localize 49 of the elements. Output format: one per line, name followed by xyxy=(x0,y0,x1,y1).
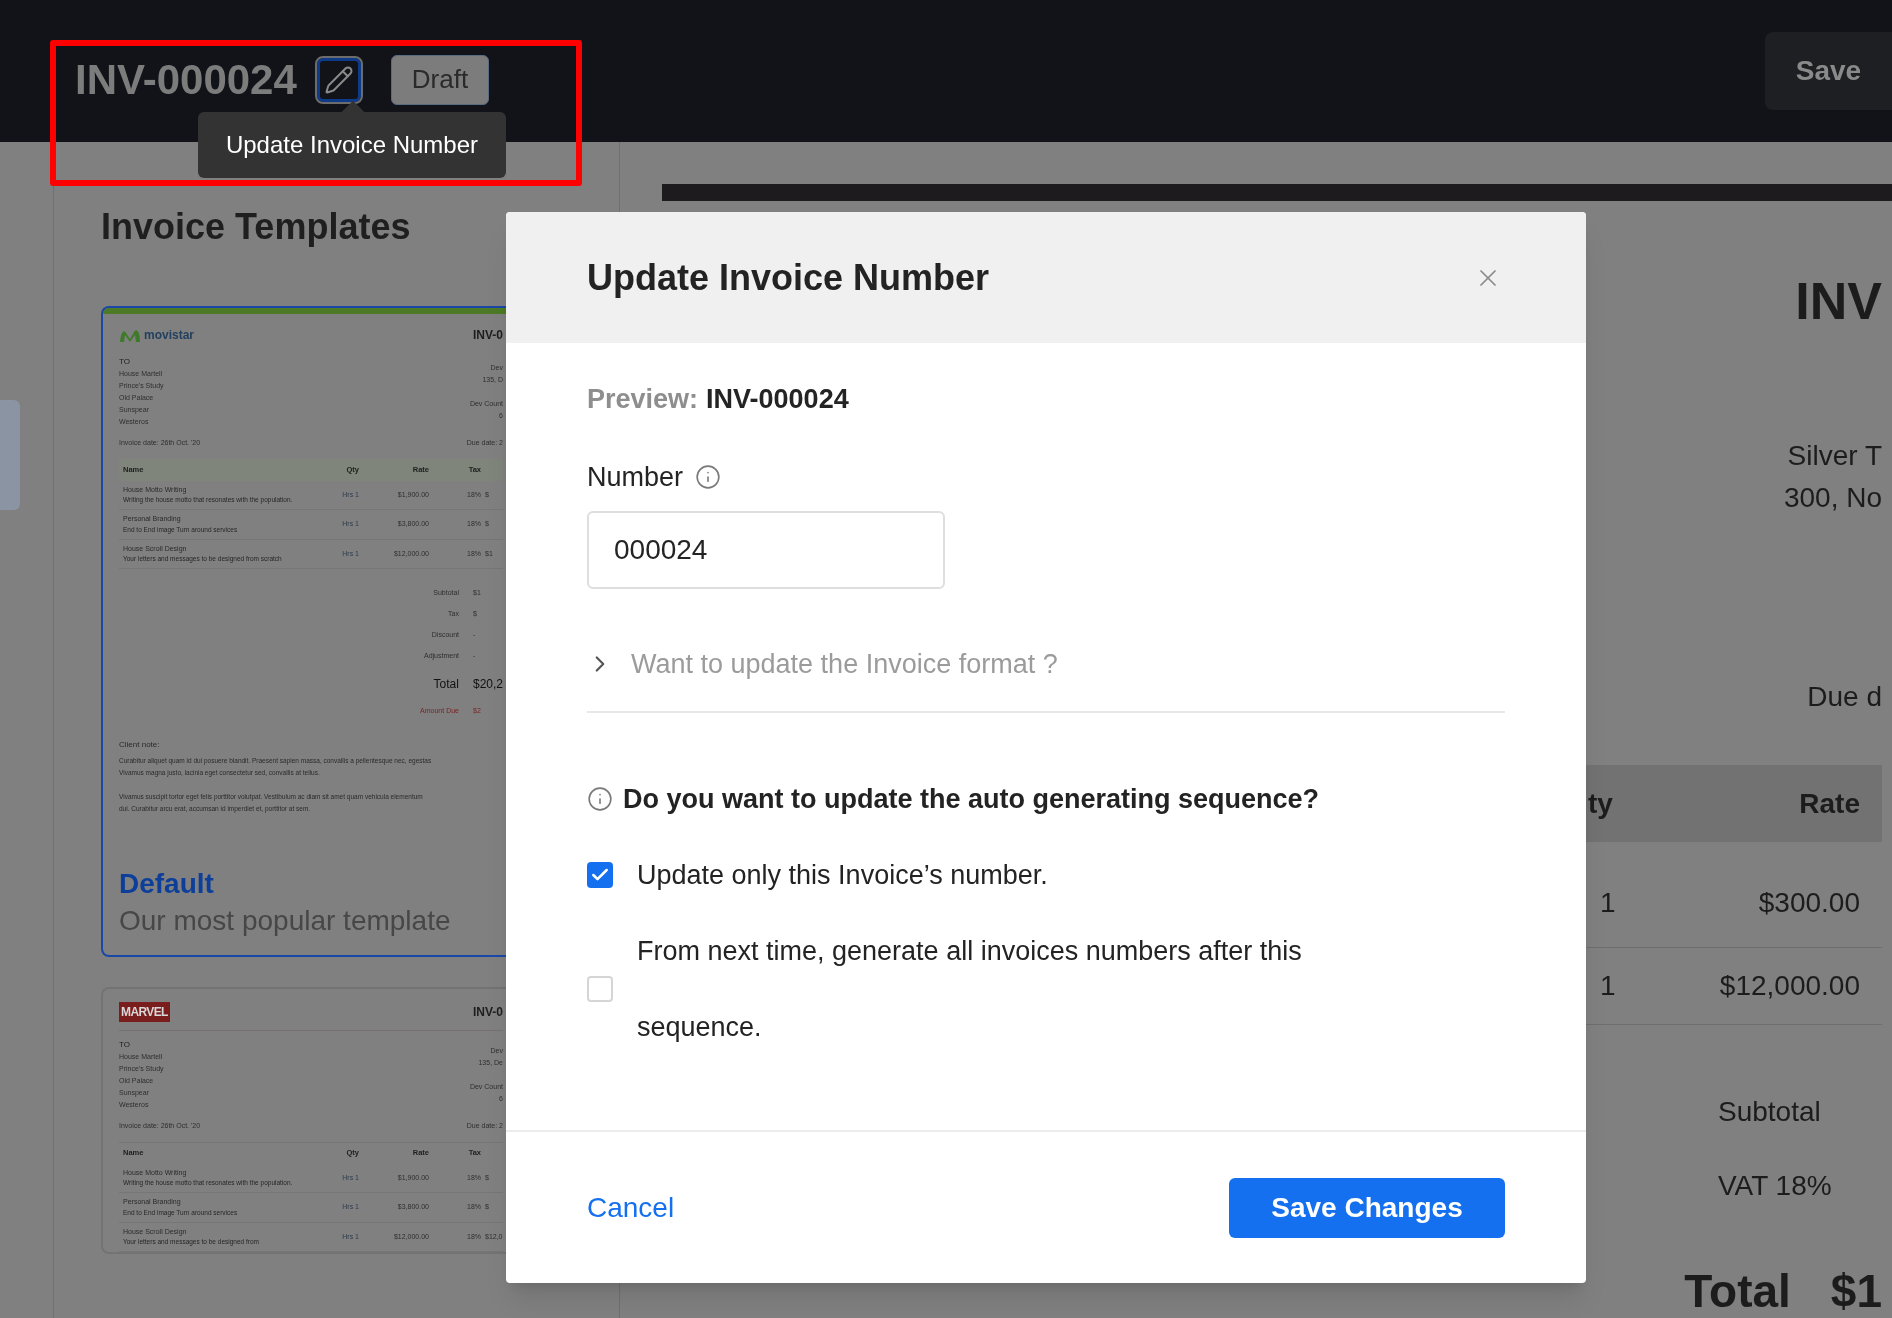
format-toggle[interactable]: Want to update the Invoice format ? xyxy=(587,639,1505,689)
info-icon xyxy=(587,786,613,812)
save-button[interactable]: Save xyxy=(1765,32,1892,110)
preview-value: INV-000024 xyxy=(706,382,849,416)
table-cell-text: 1 xyxy=(1599,969,1617,1003)
logo-text: movistar xyxy=(144,327,195,344)
tooltip: Update Invoice Number xyxy=(198,112,506,178)
total-label: VAT 18% xyxy=(1717,1169,1833,1203)
to-label: TO xyxy=(119,356,131,368)
logo: MARVEL xyxy=(119,1001,170,1022)
panel-title: Invoice Templates xyxy=(101,205,412,249)
address-line: Silver T xyxy=(1787,439,1882,473)
save-changes-button[interactable]: Save Changes xyxy=(1229,1177,1505,1238)
invoice-number: INV-0 xyxy=(473,1003,503,1021)
edit-button[interactable] xyxy=(316,57,361,102)
total-value: $1 xyxy=(1830,1264,1882,1318)
preview-label: Preview: xyxy=(587,382,699,416)
to-label: TO xyxy=(119,1039,131,1051)
template-card[interactable] xyxy=(101,987,507,1254)
template-name: Default xyxy=(119,867,215,901)
address-line: 300, No xyxy=(1783,481,1882,515)
cancel-link[interactable]: Cancel xyxy=(587,1186,675,1229)
number-label: Number xyxy=(587,460,684,494)
table-cell-text: 1 xyxy=(1599,886,1617,920)
invoice-number: INV-000024 xyxy=(75,55,297,105)
document-title: INV xyxy=(1795,271,1882,331)
total-label: Subtotal xyxy=(1717,1095,1822,1129)
template-card[interactable] xyxy=(101,306,507,957)
question-text: Do you want to update the auto generating sequence? xyxy=(623,782,1320,816)
checkbox[interactable] xyxy=(587,862,613,888)
column-header: ty xyxy=(1587,786,1614,821)
dialog-title: Update Invoice Number xyxy=(587,255,990,300)
option-label: Update only this Invoice’s number. xyxy=(637,859,1048,892)
invoice-number: INV-0 xyxy=(473,327,503,344)
number-field[interactable]: 000024 xyxy=(587,511,945,589)
info-icon[interactable] xyxy=(695,464,722,490)
table-cell-text: $12,000.00 xyxy=(1718,969,1860,1003)
template-subtitle: Our most popular template xyxy=(119,904,452,938)
due-date-label: Due d xyxy=(1807,680,1882,714)
option-label: From next time, generate all invoices numbers after this sequence. xyxy=(637,935,1303,1044)
note-title: Client note: xyxy=(119,739,161,751)
checkbox[interactable] xyxy=(587,976,613,1002)
pencil-icon xyxy=(323,64,354,95)
column-header: Rate xyxy=(1798,786,1860,821)
total-label: Total xyxy=(1684,1264,1791,1318)
total-label: Total xyxy=(432,676,459,693)
total-value: $20,2 xyxy=(471,676,503,693)
table-cell-text: $300.00 xyxy=(1757,886,1860,920)
status-badge: Draft xyxy=(390,54,490,105)
